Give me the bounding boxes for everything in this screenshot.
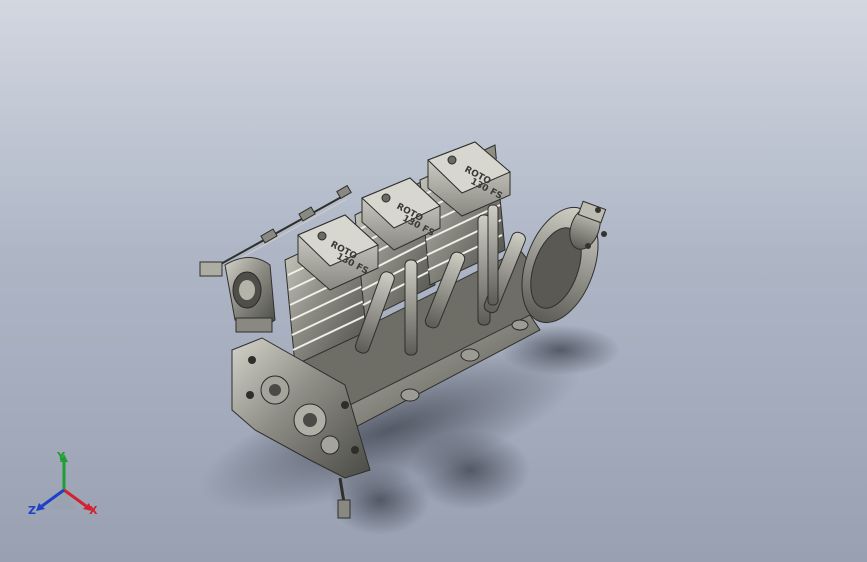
orientation-triad[interactable]: X Y Z — [26, 446, 106, 526]
axis-y-label: Y — [57, 450, 65, 463]
axis-x-label: X — [89, 504, 98, 517]
axis-z-label: Z — [28, 504, 36, 517]
carburetor — [199, 257, 276, 333]
engine-model[interactable]: ROTO 130 FS ROTO 130 FS ROTO 130 FS — [0, 0, 867, 562]
graphics-viewport[interactable]: ROTO 130 FS ROTO 130 FS ROTO 130 FS X Y … — [0, 0, 867, 562]
